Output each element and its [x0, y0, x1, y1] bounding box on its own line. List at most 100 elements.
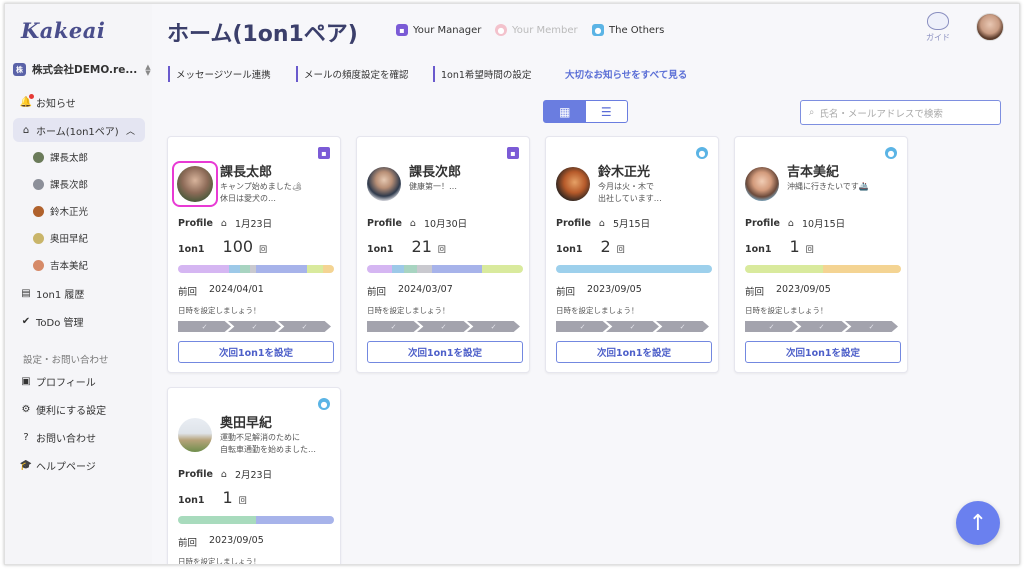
- bio-line: 沖縄に行きたいです🚢: [787, 182, 869, 191]
- settings-section-heading: 設定・お問い合わせ: [23, 355, 109, 366]
- link-label: 1on1希望時間の設定: [433, 66, 531, 82]
- previous-row: 前回 2024/04/01: [178, 284, 264, 298]
- set-next-1on1-button[interactable]: 次回1on1を設定: [367, 341, 523, 363]
- search-icon: ⌕: [809, 107, 815, 118]
- others-icon: ●: [885, 147, 897, 159]
- sidebar-item-notices[interactable]: 🔔 お知らせ: [13, 90, 145, 114]
- pair-card[interactable]: ● 鈴木正光 今月は火・木で 出社しています… Profile ⌂ 5月15日 1on…: [545, 136, 719, 373]
- prev-date: 2024/04/01: [209, 284, 264, 295]
- previous-row: 前回 2023/09/05: [178, 535, 264, 549]
- sidebar-member-4[interactable]: 奥田早紀: [33, 228, 88, 248]
- set-next-1on1-button[interactable]: 次回1on1を設定: [745, 341, 901, 363]
- link-desired-time[interactable]: 1on1希望時間の設定: [433, 66, 531, 82]
- sidebar-item-profile[interactable]: ▣ プロフィール: [13, 369, 145, 393]
- company-selector[interactable]: 株 株式会社DEMO.re... ▲ ▼: [13, 62, 151, 77]
- schedule-note: 日時を設定しましょう！: [556, 306, 639, 315]
- sidebar-member-3[interactable]: 鈴木正光: [33, 201, 88, 221]
- sidebar-item-settings[interactable]: ⚙ 便利にする設定: [13, 397, 145, 421]
- prev-label: 前回: [745, 287, 765, 298]
- sidebar-member-1[interactable]: 課長太郎: [33, 147, 88, 167]
- avatar[interactable]: [367, 167, 401, 201]
- scroll-to-top-button[interactable]: ↑: [956, 501, 1000, 545]
- count-label: 1on1: [178, 495, 205, 506]
- link-important-notices[interactable]: 大切なお知らせをすべて見る: [565, 66, 687, 82]
- app-window: Kakeai 株 株式会社DEMO.re... ▲ ▼ 🔔 お知らせ ⌂ ホーム(…: [4, 3, 1020, 565]
- sidebar-item-history[interactable]: ▤ 1on1 履歴: [13, 281, 145, 305]
- guide-label: ガイド: [926, 33, 950, 42]
- home-icon: ⌂: [22, 124, 30, 136]
- prev-label: 前回: [367, 287, 387, 298]
- avatar[interactable]: [178, 418, 212, 452]
- legend-member: ● Your Member: [495, 24, 578, 36]
- pair-card[interactable]: ● 奥田早紀 運動不足解消のために 自転車通勤を始めました… Profile ⌂ 2月…: [167, 387, 341, 564]
- updown-chevron-icon: ▲ ▼: [145, 62, 151, 77]
- search-input[interactable]: ⌕ 氏名・メールアドレスで検索: [800, 100, 1001, 125]
- legend-label: Your Member: [512, 24, 578, 36]
- document-icon: ▤: [21, 287, 31, 299]
- profile-row[interactable]: Profile ⌂ 2月23日: [178, 467, 272, 482]
- pair-card[interactable]: ▪ 課長太郎 キャンプ始めました🏕 休日は愛犬の… Profile ⌂ 1月23日 1…: [167, 136, 341, 373]
- bio-line: 休日は愛犬の…: [220, 194, 276, 203]
- grid-view-icon[interactable]: ▦: [544, 101, 586, 122]
- profile-row[interactable]: Profile ⌂ 10月30日: [367, 216, 467, 231]
- sidebar-item-label: ToDo 管理: [36, 317, 84, 329]
- set-next-1on1-button[interactable]: 次回1on1を設定: [556, 341, 712, 363]
- progress-steps: ✓ ✓ ✓: [556, 321, 709, 332]
- history-bar: [178, 516, 334, 524]
- count-value: 1: [789, 237, 800, 256]
- progress-steps: ✓ ✓ ✓: [178, 321, 331, 332]
- set-next-1on1-button[interactable]: 次回1on1を設定: [178, 341, 334, 363]
- app-logo[interactable]: Kakeai: [21, 18, 105, 43]
- count-label: 1on1: [556, 244, 583, 255]
- history-bar: [556, 265, 712, 273]
- member-name: 課長太郎: [50, 153, 89, 164]
- count-unit: 回: [437, 245, 446, 254]
- schedule-note: 日時を設定しましょう！: [367, 306, 450, 315]
- count-value: 2: [600, 237, 611, 256]
- count-unit: 回: [238, 496, 247, 505]
- avatar: [33, 151, 44, 163]
- card-bio: 今月は火・木で 出社しています…: [598, 181, 713, 205]
- card-bio: キャンプ始めました🏕 休日は愛犬の…: [220, 181, 335, 205]
- profile-label: Profile: [367, 217, 402, 229]
- avatar-highlighted[interactable]: [172, 161, 218, 207]
- count-row: 1on1 1 回: [178, 488, 247, 507]
- bio-line: 運動不足解消のために: [220, 433, 300, 442]
- company-badge-icon: 株: [13, 63, 26, 76]
- sidebar-item-label: ヘルプページ: [36, 461, 96, 473]
- sidebar-item-todo[interactable]: ✔ ToDo 管理: [13, 309, 145, 333]
- pair-card[interactable]: ● 吉本美紀 沖縄に行きたいです🚢 Profile ⌂ 10月15日 1on1 1 回 …: [734, 136, 908, 373]
- list-view-icon[interactable]: ☰: [586, 101, 628, 122]
- avatar[interactable]: [745, 167, 779, 201]
- view-toggle: ▦ ☰: [543, 100, 628, 123]
- sidebar: Kakeai 株 株式会社DEMO.re... ▲ ▼ 🔔 お知らせ ⌂ ホーム(…: [5, 4, 152, 564]
- sidebar-item-label: お知らせ: [36, 98, 76, 110]
- prev-date: 2023/09/05: [776, 284, 831, 295]
- sidebar-item-help[interactable]: 🎓 ヘルプページ: [13, 453, 145, 477]
- profile-label: Profile: [178, 468, 213, 480]
- sidebar-item-home[interactable]: ⌂ ホーム(1on1ペア) ︿: [13, 118, 145, 142]
- sidebar-member-5[interactable]: 吉本美紀: [33, 255, 88, 275]
- profile-row[interactable]: Profile ⌂ 10月15日: [745, 216, 846, 231]
- sidebar-member-2[interactable]: 課長次郎: [33, 174, 88, 194]
- guide-button[interactable]: ガイド: [920, 12, 956, 43]
- profile-row[interactable]: Profile ⌂ 5月15日: [556, 216, 650, 231]
- avatar[interactable]: [556, 167, 590, 201]
- link-mail-frequency[interactable]: メールの頻度設定を確認: [296, 66, 409, 82]
- count-value: 21: [411, 237, 432, 256]
- count-row: 1on1 1 回: [745, 237, 814, 256]
- manager-icon: ▪: [318, 147, 330, 159]
- page-title: ホーム(1on1ペア): [167, 22, 358, 47]
- sidebar-item-contact[interactable]: ? お問い合わせ: [13, 425, 145, 449]
- card-name: 課長太郎: [220, 165, 273, 180]
- profile-row[interactable]: Profile ⌂ 1月23日: [178, 216, 272, 231]
- user-avatar[interactable]: [976, 13, 1004, 41]
- link-message-tool[interactable]: メッセージツール連携: [168, 66, 271, 82]
- profile-date: 10月15日: [801, 219, 846, 230]
- graduation-cap-icon: 🎓: [19, 459, 33, 471]
- member-name: 鈴木正光: [50, 207, 89, 218]
- sidebar-item-label: ホーム(1on1ペア): [36, 126, 119, 138]
- gear-icon: ⚙: [21, 403, 31, 415]
- cake-icon: ⌂: [220, 468, 227, 480]
- pair-card[interactable]: ▪ 課長次郎 健康第一！… Profile ⌂ 10月30日 1on1 21 回 前回 2…: [356, 136, 530, 373]
